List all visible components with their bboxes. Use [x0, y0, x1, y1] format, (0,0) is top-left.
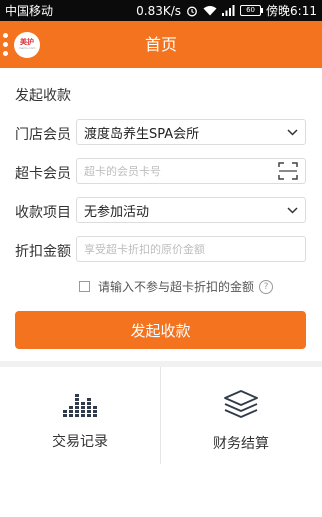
status-icons: 0.83K/s 60 傍晚6:11 — [136, 2, 317, 19]
exclude-amount-checkbox[interactable] — [79, 281, 90, 292]
wifi-icon — [203, 6, 217, 16]
layers-icon — [224, 390, 258, 418]
tile-transaction-records[interactable]: 交易记录 — [0, 367, 160, 464]
discount-amount-label: 折扣金额 — [15, 244, 71, 260]
app-header: 美护 meihu.com 首页 — [0, 21, 322, 68]
signal-icon — [222, 5, 235, 16]
carrier-name: 中国移动 — [5, 4, 54, 18]
discount-amount-placeholder: 享受超卡折扣的原价金额 — [84, 243, 205, 256]
tile-financial-settlement[interactable]: 财务结算 — [161, 367, 321, 464]
card-member-placeholder: 超卡的会员卡号 — [84, 165, 161, 178]
card-member-label: 超卡会员 — [15, 166, 71, 182]
store-member-value: 渡度岛养生SPA会所 — [84, 126, 200, 142]
status-bar: 中国移动 0.83K/s 60 傍晚6:11 — [0, 0, 322, 21]
clock: 傍晚6:11 — [266, 4, 317, 18]
scan-icon[interactable] — [278, 162, 298, 180]
help-icon[interactable]: ? — [259, 279, 274, 294]
discount-amount-input[interactable]: 享受超卡折扣的原价金额 — [76, 236, 306, 262]
alarm-icon — [187, 6, 197, 16]
card-member-input[interactable]: 超卡的会员卡号 — [76, 158, 306, 184]
payment-item-value: 无参加活动 — [84, 204, 150, 220]
exclude-amount-label: 请输入不参与超卡折扣的金额 — [98, 280, 255, 294]
network-speed: 0.83K/s — [136, 3, 182, 18]
tile-label: 交易记录 — [52, 434, 108, 450]
chevron-down-icon — [287, 206, 298, 214]
page-title: 首页 — [144, 35, 177, 54]
chevron-down-icon — [287, 128, 298, 136]
store-member-select[interactable]: 渡度岛养生SPA会所 — [76, 119, 306, 145]
bar-chart-icon — [63, 394, 97, 417]
initiate-payment-button[interactable]: 发起收款 — [15, 311, 306, 349]
store-member-label: 门店会员 — [15, 127, 71, 143]
payment-item-label: 收款项目 — [15, 205, 71, 221]
payment-item-select[interactable]: 无参加活动 — [76, 197, 306, 223]
exclude-amount-option[interactable]: 请输入不参与超卡折扣的金额 ? — [79, 278, 274, 295]
section-title: 发起收款 — [15, 88, 71, 104]
battery-icon: 60 — [240, 5, 264, 16]
tile-label: 财务结算 — [213, 436, 269, 452]
